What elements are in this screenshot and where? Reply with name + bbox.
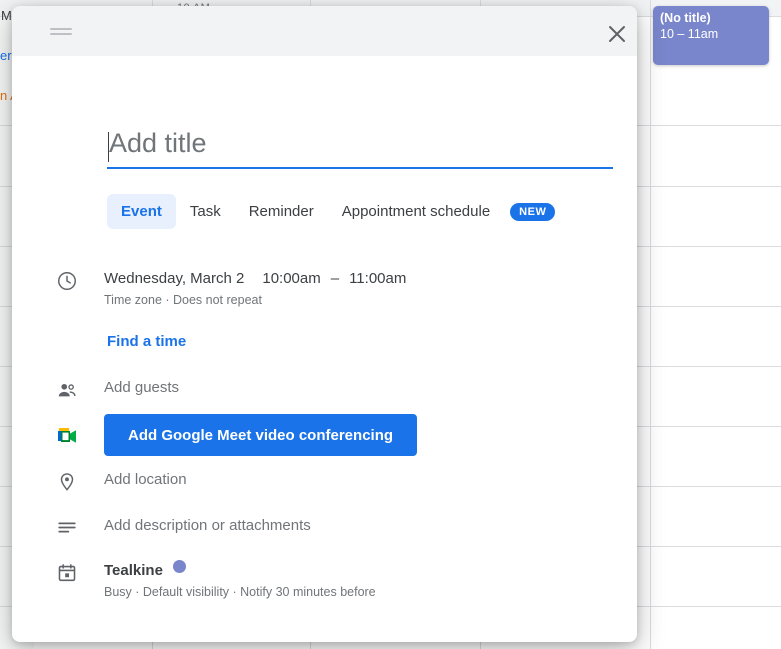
tab-appointment-schedule[interactable]: Appointment schedule xyxy=(328,194,504,229)
clock-icon xyxy=(47,268,87,292)
dialog-footer: More options Save xyxy=(12,641,637,642)
title-input[interactable] xyxy=(107,128,613,169)
location-content: Add location xyxy=(87,469,187,490)
add-description-field[interactable]: Add description or attachments xyxy=(104,515,311,536)
calendar-settings-text[interactable]: Busy · Default visibility · Notify 30 mi… xyxy=(104,583,376,601)
date-time-content: Wednesday, March 2 10:00am–11:00am Time z… xyxy=(87,268,406,309)
new-badge: NEW xyxy=(510,203,555,221)
find-a-time-link[interactable]: Find a time xyxy=(107,333,186,350)
time-dash: – xyxy=(331,270,339,287)
date-time-primary: Wednesday, March 2 10:00am–11:00am xyxy=(104,268,406,289)
close-icon[interactable] xyxy=(602,19,632,49)
calendar-event-chip[interactable]: (No title) 10 – 11am xyxy=(653,6,769,65)
calendar-owner-name[interactable]: Tealkine xyxy=(104,562,163,579)
guests-content: Add guests xyxy=(87,377,179,398)
tab-reminder[interactable]: Reminder xyxy=(235,194,328,229)
calendar-icon xyxy=(47,560,87,584)
description-content: Add description or attachments xyxy=(87,515,311,536)
guests-row: Add guests xyxy=(47,377,179,401)
title-field-wrapper xyxy=(107,128,613,169)
location-row: Add location xyxy=(47,469,187,493)
drag-handle-icon[interactable] xyxy=(50,28,72,36)
add-location-field[interactable]: Add location xyxy=(104,469,187,490)
background-side-label: M xyxy=(1,8,12,23)
event-start-time[interactable]: 10:00am xyxy=(262,270,320,287)
event-type-tabs: Event Task Reminder Appointment schedule… xyxy=(107,194,555,229)
description-lines-icon xyxy=(47,515,87,539)
add-guests-field[interactable]: Add guests xyxy=(104,377,179,398)
event-chip-time: 10 – 11am xyxy=(660,26,762,43)
tab-task[interactable]: Task xyxy=(176,194,235,229)
date-time-row: Wednesday, March 2 10:00am–11:00am Time z… xyxy=(47,268,406,309)
people-icon xyxy=(47,377,87,401)
background-side-label: er xyxy=(0,48,12,63)
calendar-owner-content: Tealkine Busy · Default visibility · Not… xyxy=(87,560,376,601)
event-end-time[interactable]: 11:00am xyxy=(349,270,406,287)
google-meet-row: Add Google Meet video conferencing xyxy=(47,414,417,456)
dialog-header xyxy=(12,6,637,56)
add-google-meet-button[interactable]: Add Google Meet video conferencing xyxy=(104,414,417,456)
event-date[interactable]: Wednesday, March 2 xyxy=(104,270,244,287)
tab-event[interactable]: Event xyxy=(107,194,176,229)
calendar-day-divider xyxy=(650,0,651,649)
event-chip-title: (No title) xyxy=(660,10,762,26)
description-row: Add description or attachments xyxy=(47,515,311,539)
location-pin-icon xyxy=(47,469,87,493)
calendar-owner-primary: Tealkine xyxy=(104,560,376,581)
timezone-repeat-text[interactable]: Time zone · Does not repeat xyxy=(104,291,406,309)
event-creation-dialog: Event Task Reminder Appointment schedule… xyxy=(12,6,637,642)
calendar-color-dot[interactable] xyxy=(173,560,186,573)
google-meet-icon xyxy=(47,422,87,448)
calendar-owner-row: Tealkine Busy · Default visibility · Not… xyxy=(47,560,376,601)
